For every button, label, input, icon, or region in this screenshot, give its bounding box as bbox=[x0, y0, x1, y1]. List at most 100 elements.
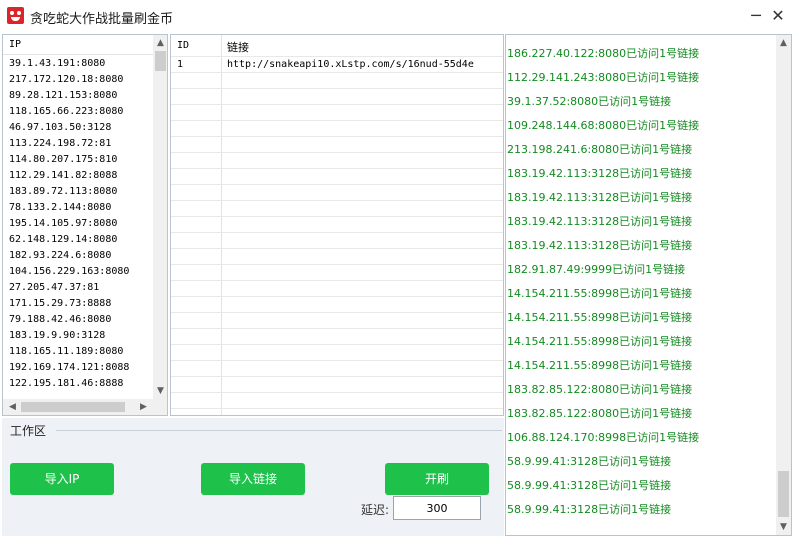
ip-list-item[interactable]: 195.14.105.97:8080 bbox=[3, 216, 153, 232]
table-row bbox=[171, 169, 503, 185]
work-area-label: 工作区 bbox=[10, 424, 47, 438]
ip-list-item[interactable]: 183.19.9.90:3128 bbox=[3, 328, 153, 344]
link-grid[interactable]: ID 链接 1 http://snakeapi10.xLstp.com/s/16n… bbox=[170, 34, 504, 416]
log-line: 58.9.99.41:3128已访问1号链接 bbox=[507, 455, 672, 468]
delay-label: 延迟: bbox=[361, 503, 390, 517]
link-id-cell: 1 bbox=[177, 59, 184, 70]
table-row bbox=[171, 153, 503, 169]
import-ip-button[interactable]: 导入IP bbox=[10, 463, 114, 495]
ip-list-item[interactable]: 89.28.121.153:8080 bbox=[3, 88, 153, 104]
ip-list[interactable]: IP 39.1.43.191:8080 217.172.120.18:8080 89… bbox=[2, 34, 168, 416]
ip-list-item[interactable]: 62.148.129.14:8080 bbox=[3, 232, 153, 248]
ip-column-header[interactable]: IP bbox=[3, 35, 153, 55]
ip-list-item[interactable]: 46.97.103.50:3128 bbox=[3, 120, 153, 136]
ip-list-item[interactable]: 118.165.11.189:8080 bbox=[3, 344, 153, 360]
ip-list-horizontal-scrollbar[interactable]: ◀ ▶ bbox=[3, 399, 153, 415]
ip-list-item[interactable]: 112.29.141.82:8088 bbox=[3, 168, 153, 184]
table-row bbox=[171, 137, 503, 153]
scroll-corner bbox=[153, 399, 167, 415]
ip-list-item[interactable]: 78.133.2.144:8080 bbox=[3, 200, 153, 216]
grid-header-row: ID 链接 bbox=[171, 35, 503, 57]
ip-list-item[interactable]: 113.224.198.72:81 bbox=[3, 136, 153, 152]
scroll-left-arrow-icon[interactable]: ◀ bbox=[5, 401, 20, 413]
log-line: 183.19.42.113:3128已访问1号链接 bbox=[507, 215, 693, 228]
table-row bbox=[171, 217, 503, 233]
table-row bbox=[171, 329, 503, 345]
log-line: 106.88.124.170:8998已访问1号链接 bbox=[507, 431, 700, 444]
log-line: 182.91.87.49:9999已访问1号链接 bbox=[507, 263, 686, 276]
ip-list-item[interactable]: 27.205.47.37:81 bbox=[3, 280, 153, 296]
table-row bbox=[171, 73, 503, 89]
log-line: 14.154.211.55:8998已访问1号链接 bbox=[507, 335, 693, 348]
log-line: 183.19.42.113:3128已访问1号链接 bbox=[507, 239, 693, 252]
ip-list-item[interactable]: 79.188.42.46:8080 bbox=[3, 312, 153, 328]
table-row bbox=[171, 89, 503, 105]
ip-list-item[interactable]: 118.165.66.223:8080 bbox=[3, 104, 153, 120]
table-row bbox=[171, 121, 503, 137]
table-row bbox=[171, 393, 503, 409]
title-bar: 贪吃蛇大作战批量刷金币 ─ ✕ bbox=[0, 0, 795, 32]
log-line: 14.154.211.55:8998已访问1号链接 bbox=[507, 311, 693, 324]
table-row bbox=[171, 361, 503, 377]
log-line: 14.154.211.55:8998已访问1号链接 bbox=[507, 359, 693, 372]
table-row bbox=[171, 105, 503, 121]
log-line: 112.29.141.243:8080已访问1号链接 bbox=[507, 71, 700, 84]
ip-list-vertical-scrollbar[interactable]: ▲ ▼ bbox=[153, 35, 167, 399]
ip-list-item[interactable]: 122.195.181.46:8888 bbox=[3, 376, 153, 392]
start-button[interactable]: 开刷 bbox=[385, 463, 489, 495]
ip-list-item[interactable]: 114.80.207.175:810 bbox=[3, 152, 153, 168]
log-line: 183.19.42.113:3128已访问1号链接 bbox=[507, 167, 693, 180]
close-button[interactable]: ✕ bbox=[766, 4, 790, 28]
ip-list-item[interactable]: 104.156.229.163:8080 bbox=[3, 264, 153, 280]
work-area-divider bbox=[56, 430, 502, 431]
grid-header-id[interactable]: ID bbox=[177, 40, 189, 51]
table-row bbox=[171, 377, 503, 393]
log-output[interactable]: 186.227.40.122:8080已访问1号链接 112.29.141.243… bbox=[505, 34, 792, 536]
log-line: 14.154.211.55:8998已访问1号链接 bbox=[507, 287, 693, 300]
log-vertical-scrollbar[interactable]: ▲ ▼ bbox=[776, 35, 791, 535]
log-line: 39.1.37.52:8080已访问1号链接 bbox=[507, 95, 672, 108]
log-lines: 186.227.40.122:8080已访问1号链接 112.29.141.243… bbox=[506, 42, 776, 522]
scroll-down-arrow-icon[interactable]: ▼ bbox=[153, 385, 167, 397]
table-row bbox=[171, 345, 503, 361]
ip-list-item[interactable]: 171.15.29.73:8888 bbox=[3, 296, 153, 312]
ip-list-item[interactable]: 192.169.174.121:8088 bbox=[3, 360, 153, 376]
import-link-button[interactable]: 导入链接 bbox=[201, 463, 305, 495]
table-row bbox=[171, 297, 503, 313]
table-row bbox=[171, 265, 503, 281]
link-url-cell: http://snakeapi10.xLstp.com/s/16nud-55d4… bbox=[227, 59, 474, 70]
log-line: 183.82.85.122:8080已访问1号链接 bbox=[507, 383, 693, 396]
scroll-up-arrow-icon[interactable]: ▲ bbox=[153, 37, 167, 49]
snake-app-icon bbox=[7, 7, 24, 24]
log-line: 183.82.85.122:8080已访问1号链接 bbox=[507, 407, 693, 420]
log-line: 186.227.40.122:8080已访问1号链接 bbox=[507, 47, 700, 60]
table-row bbox=[171, 249, 503, 265]
ip-list-rows: 39.1.43.191:8080 217.172.120.18:8080 89.28… bbox=[3, 56, 153, 392]
table-row bbox=[171, 201, 503, 217]
scroll-thumb[interactable] bbox=[778, 471, 789, 517]
log-line: 183.19.42.113:3128已访问1号链接 bbox=[507, 191, 693, 204]
work-area: 工作区 导入IP 导入链接 开刷 延迟: bbox=[2, 418, 504, 536]
grid-header-link[interactable]: 链接 bbox=[227, 39, 249, 55]
table-row bbox=[171, 313, 503, 329]
table-row bbox=[171, 233, 503, 249]
log-line: 58.9.99.41:3128已访问1号链接 bbox=[507, 503, 672, 516]
scroll-up-arrow-icon[interactable]: ▲ bbox=[776, 37, 791, 49]
log-line: 58.9.99.41:3128已访问1号链接 bbox=[507, 479, 672, 492]
minimize-button[interactable]: ─ bbox=[744, 4, 768, 28]
window-title: 贪吃蛇大作战批量刷金币 bbox=[30, 12, 174, 27]
table-row bbox=[171, 281, 503, 297]
ip-list-item[interactable]: 182.93.224.6:8080 bbox=[3, 248, 153, 264]
table-row bbox=[171, 185, 503, 201]
scroll-right-arrow-icon[interactable]: ▶ bbox=[136, 401, 151, 413]
log-line: 109.248.144.68:8080已访问1号链接 bbox=[507, 119, 700, 132]
delay-input[interactable] bbox=[393, 496, 481, 520]
log-line: 213.198.241.6:8080已访问1号链接 bbox=[507, 143, 693, 156]
ip-list-item[interactable]: 39.1.43.191:8080 bbox=[3, 56, 153, 72]
scroll-thumb[interactable] bbox=[155, 51, 166, 71]
scroll-down-arrow-icon[interactable]: ▼ bbox=[776, 521, 791, 533]
ip-list-item[interactable]: 217.172.120.18:8080 bbox=[3, 72, 153, 88]
ip-list-item[interactable]: 183.89.72.113:8080 bbox=[3, 184, 153, 200]
table-row[interactable]: 1 http://snakeapi10.xLstp.com/s/16nud-55d… bbox=[171, 57, 503, 73]
scroll-thumb-horizontal[interactable] bbox=[21, 402, 125, 412]
